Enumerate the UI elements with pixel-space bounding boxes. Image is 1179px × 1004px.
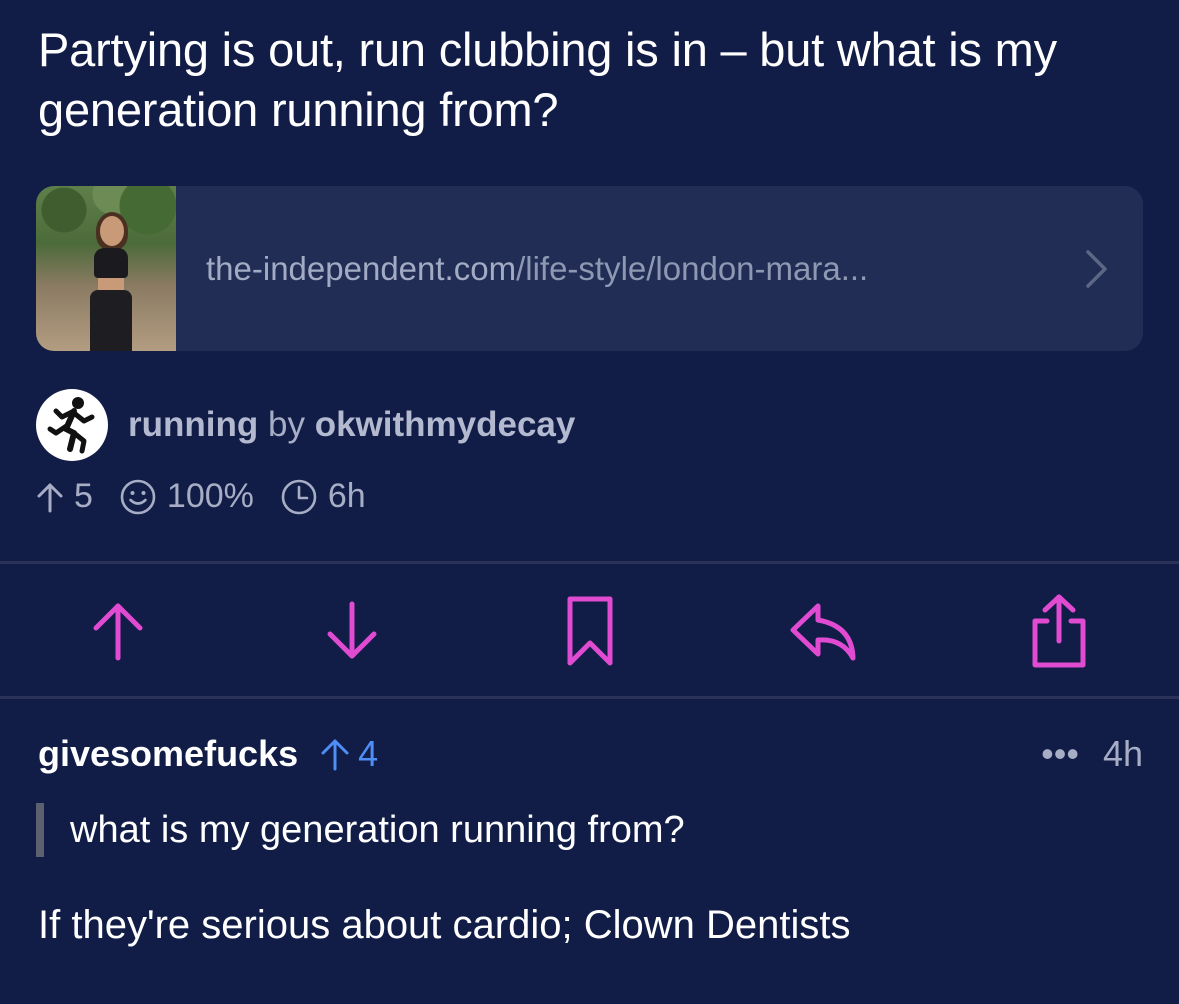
- arrow-up-icon: [37, 483, 63, 512]
- comment-age: 4h: [1102, 733, 1143, 774]
- divider-top: [0, 561, 1179, 564]
- link-preview-card[interactable]: the-independent.com/life-style/london-ma…: [36, 186, 1143, 351]
- save-button[interactable]: [555, 596, 625, 666]
- link-path: /life-style/london-mara...: [516, 249, 869, 287]
- bookmark-icon: [567, 596, 613, 666]
- link-thumbnail: [36, 186, 176, 351]
- arrow-down-icon: [327, 601, 377, 659]
- arrow-up-icon: [321, 739, 349, 771]
- community-name[interactable]: running: [128, 405, 258, 444]
- comment-quote: what is my generation running from?: [36, 803, 685, 857]
- community-author-line: running by okwithmydecay: [128, 405, 575, 445]
- comment-meta: ••• 4h: [1041, 733, 1143, 775]
- age-stat: 6h: [280, 477, 366, 516]
- upvote-button[interactable]: [83, 596, 153, 666]
- share-icon: [1032, 594, 1086, 668]
- reply-icon: [790, 603, 856, 661]
- post-stats: 5 100% 6h: [36, 477, 392, 516]
- by-label: by: [267, 405, 305, 444]
- upvote-ratio: 100%: [166, 477, 254, 515]
- arrow-up-icon: [93, 603, 143, 661]
- quote-bar: [36, 803, 44, 857]
- community-avatar[interactable]: [36, 389, 108, 461]
- comment-header: givesomefucks 4 ••• 4h: [38, 733, 1143, 775]
- comment-body: If they're serious about cardio; Clown D…: [38, 903, 851, 947]
- runner-icon: [47, 397, 95, 454]
- more-options-icon[interactable]: •••: [1041, 733, 1079, 775]
- post-action-bar: [0, 566, 1179, 697]
- downvote-button[interactable]: [317, 596, 387, 666]
- comment-score: 4: [320, 733, 378, 775]
- score-stat: 5: [36, 477, 93, 516]
- ratio-stat: 100%: [119, 477, 254, 516]
- post-title: Partying is out, run clubbing is in – bu…: [38, 23, 1057, 136]
- smiley-icon: [120, 479, 156, 514]
- reply-button[interactable]: [788, 596, 858, 666]
- divider-bottom: [0, 696, 1179, 699]
- chevron-right-icon: [1077, 249, 1117, 289]
- clock-icon: [281, 479, 317, 514]
- link-domain: the-independent.com: [206, 249, 517, 287]
- author-name[interactable]: okwithmydecay: [315, 405, 576, 444]
- score-value: 5: [74, 477, 93, 515]
- share-button[interactable]: [1024, 594, 1094, 668]
- comment-username[interactable]: givesomefucks: [38, 733, 298, 775]
- post-meta: running by okwithmydecay: [36, 389, 575, 461]
- link-url: the-independent.com/life-style/london-ma…: [206, 250, 1077, 288]
- comment-score-value: 4: [358, 733, 379, 774]
- post-page: Partying is out, run clubbing is in – bu…: [0, 0, 1179, 1004]
- quote-text: what is my generation running from?: [70, 808, 685, 851]
- post-age: 6h: [327, 477, 366, 515]
